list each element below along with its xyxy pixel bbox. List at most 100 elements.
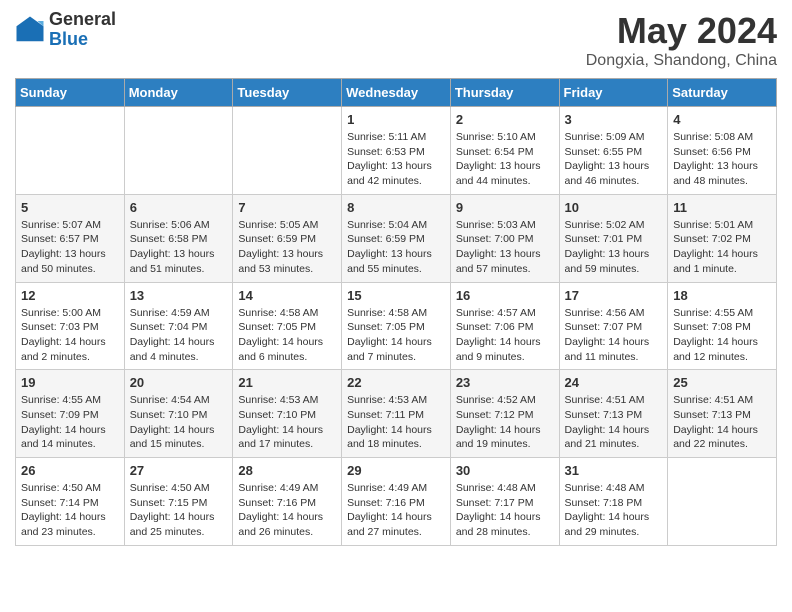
calendar-table: SundayMondayTuesdayWednesdayThursdayFrid… (15, 78, 777, 546)
day-info: Sunrise: 5:07 AMSunset: 6:57 PMDaylight:… (21, 218, 119, 277)
day-number: 6 (130, 200, 228, 215)
day-number: 27 (130, 463, 228, 478)
cell-week1-day4: 2 Sunrise: 5:10 AMSunset: 6:54 PMDayligh… (450, 107, 559, 195)
day-info: Sunrise: 4:55 AMSunset: 7:09 PMDaylight:… (21, 393, 119, 452)
day-number: 23 (456, 375, 554, 390)
header-monday: Monday (124, 79, 233, 107)
cell-week4-day0: 19 Sunrise: 4:55 AMSunset: 7:09 PMDaylig… (16, 370, 125, 458)
cell-week4-day4: 23 Sunrise: 4:52 AMSunset: 7:12 PMDaylig… (450, 370, 559, 458)
cell-week3-day6: 18 Sunrise: 4:55 AMSunset: 7:08 PMDaylig… (668, 282, 777, 370)
page-header: General Blue May 2024 Dongxia, Shandong,… (15, 10, 777, 70)
header-thursday: Thursday (450, 79, 559, 107)
day-info: Sunrise: 4:49 AMSunset: 7:16 PMDaylight:… (238, 481, 336, 540)
day-info: Sunrise: 4:58 AMSunset: 7:05 PMDaylight:… (238, 306, 336, 365)
day-number: 24 (565, 375, 663, 390)
day-info: Sunrise: 5:05 AMSunset: 6:59 PMDaylight:… (238, 218, 336, 277)
day-info: Sunrise: 5:06 AMSunset: 6:58 PMDaylight:… (130, 218, 228, 277)
day-info: Sunrise: 5:02 AMSunset: 7:01 PMDaylight:… (565, 218, 663, 277)
header-friday: Friday (559, 79, 668, 107)
day-info: Sunrise: 4:59 AMSunset: 7:04 PMDaylight:… (130, 306, 228, 365)
day-number: 11 (673, 200, 771, 215)
cell-week5-day6 (668, 458, 777, 546)
cell-week4-day1: 20 Sunrise: 4:54 AMSunset: 7:10 PMDaylig… (124, 370, 233, 458)
day-info: Sunrise: 4:48 AMSunset: 7:18 PMDaylight:… (565, 481, 663, 540)
cell-week1-day0 (16, 107, 125, 195)
day-number: 3 (565, 112, 663, 127)
day-number: 30 (456, 463, 554, 478)
day-number: 20 (130, 375, 228, 390)
cell-week5-day0: 26 Sunrise: 4:50 AMSunset: 7:14 PMDaylig… (16, 458, 125, 546)
day-info: Sunrise: 4:55 AMSunset: 7:08 PMDaylight:… (673, 306, 771, 365)
week-row-4: 19 Sunrise: 4:55 AMSunset: 7:09 PMDaylig… (16, 370, 777, 458)
cell-week4-day6: 25 Sunrise: 4:51 AMSunset: 7:13 PMDaylig… (668, 370, 777, 458)
week-row-2: 5 Sunrise: 5:07 AMSunset: 6:57 PMDayligh… (16, 194, 777, 282)
cell-week2-day2: 7 Sunrise: 5:05 AMSunset: 6:59 PMDayligh… (233, 194, 342, 282)
cell-week2-day1: 6 Sunrise: 5:06 AMSunset: 6:58 PMDayligh… (124, 194, 233, 282)
day-info: Sunrise: 4:58 AMSunset: 7:05 PMDaylight:… (347, 306, 445, 365)
cell-week1-day2 (233, 107, 342, 195)
cell-week2-day6: 11 Sunrise: 5:01 AMSunset: 7:02 PMDaylig… (668, 194, 777, 282)
cell-week2-day5: 10 Sunrise: 5:02 AMSunset: 7:01 PMDaylig… (559, 194, 668, 282)
day-number: 14 (238, 288, 336, 303)
day-info: Sunrise: 4:53 AMSunset: 7:11 PMDaylight:… (347, 393, 445, 452)
cell-week3-day0: 12 Sunrise: 5:00 AMSunset: 7:03 PMDaylig… (16, 282, 125, 370)
day-number: 9 (456, 200, 554, 215)
header-sunday: Sunday (16, 79, 125, 107)
logo: General Blue (15, 10, 116, 50)
day-number: 16 (456, 288, 554, 303)
day-info: Sunrise: 4:51 AMSunset: 7:13 PMDaylight:… (673, 393, 771, 452)
cell-week3-day1: 13 Sunrise: 4:59 AMSunset: 7:04 PMDaylig… (124, 282, 233, 370)
day-number: 7 (238, 200, 336, 215)
week-row-3: 12 Sunrise: 5:00 AMSunset: 7:03 PMDaylig… (16, 282, 777, 370)
cell-week3-day5: 17 Sunrise: 4:56 AMSunset: 7:07 PMDaylig… (559, 282, 668, 370)
day-info: Sunrise: 4:50 AMSunset: 7:15 PMDaylight:… (130, 481, 228, 540)
cell-week5-day4: 30 Sunrise: 4:48 AMSunset: 7:17 PMDaylig… (450, 458, 559, 546)
day-number: 19 (21, 375, 119, 390)
day-number: 25 (673, 375, 771, 390)
day-number: 13 (130, 288, 228, 303)
day-number: 8 (347, 200, 445, 215)
day-info: Sunrise: 5:01 AMSunset: 7:02 PMDaylight:… (673, 218, 771, 277)
header-row: SundayMondayTuesdayWednesdayThursdayFrid… (16, 79, 777, 107)
day-number: 28 (238, 463, 336, 478)
cell-week3-day4: 16 Sunrise: 4:57 AMSunset: 7:06 PMDaylig… (450, 282, 559, 370)
day-info: Sunrise: 4:56 AMSunset: 7:07 PMDaylight:… (565, 306, 663, 365)
cell-week3-day3: 15 Sunrise: 4:58 AMSunset: 7:05 PMDaylig… (342, 282, 451, 370)
title-block: May 2024 Dongxia, Shandong, China (586, 10, 777, 70)
cell-week5-day2: 28 Sunrise: 4:49 AMSunset: 7:16 PMDaylig… (233, 458, 342, 546)
day-info: Sunrise: 5:03 AMSunset: 7:00 PMDaylight:… (456, 218, 554, 277)
cell-week4-day3: 22 Sunrise: 4:53 AMSunset: 7:11 PMDaylig… (342, 370, 451, 458)
day-info: Sunrise: 4:52 AMSunset: 7:12 PMDaylight:… (456, 393, 554, 452)
main-title: May 2024 (586, 10, 777, 52)
cell-week2-day3: 8 Sunrise: 5:04 AMSunset: 6:59 PMDayligh… (342, 194, 451, 282)
cell-week3-day2: 14 Sunrise: 4:58 AMSunset: 7:05 PMDaylig… (233, 282, 342, 370)
day-info: Sunrise: 4:54 AMSunset: 7:10 PMDaylight:… (130, 393, 228, 452)
header-tuesday: Tuesday (233, 79, 342, 107)
day-number: 15 (347, 288, 445, 303)
day-number: 18 (673, 288, 771, 303)
day-number: 12 (21, 288, 119, 303)
day-info: Sunrise: 4:50 AMSunset: 7:14 PMDaylight:… (21, 481, 119, 540)
cell-week5-day5: 31 Sunrise: 4:48 AMSunset: 7:18 PMDaylig… (559, 458, 668, 546)
cell-week5-day3: 29 Sunrise: 4:49 AMSunset: 7:16 PMDaylig… (342, 458, 451, 546)
cell-week5-day1: 27 Sunrise: 4:50 AMSunset: 7:15 PMDaylig… (124, 458, 233, 546)
cell-week1-day1 (124, 107, 233, 195)
logo-blue-text: Blue (49, 30, 116, 50)
logo-icon (15, 15, 45, 45)
cell-week2-day0: 5 Sunrise: 5:07 AMSunset: 6:57 PMDayligh… (16, 194, 125, 282)
day-info: Sunrise: 5:10 AMSunset: 6:54 PMDaylight:… (456, 130, 554, 189)
day-info: Sunrise: 4:48 AMSunset: 7:17 PMDaylight:… (456, 481, 554, 540)
day-info: Sunrise: 5:08 AMSunset: 6:56 PMDaylight:… (673, 130, 771, 189)
day-info: Sunrise: 5:00 AMSunset: 7:03 PMDaylight:… (21, 306, 119, 365)
subtitle: Dongxia, Shandong, China (586, 52, 777, 70)
day-info: Sunrise: 5:04 AMSunset: 6:59 PMDaylight:… (347, 218, 445, 277)
day-info: Sunrise: 5:09 AMSunset: 6:55 PMDaylight:… (565, 130, 663, 189)
day-number: 29 (347, 463, 445, 478)
day-number: 21 (238, 375, 336, 390)
cell-week4-day5: 24 Sunrise: 4:51 AMSunset: 7:13 PMDaylig… (559, 370, 668, 458)
day-number: 31 (565, 463, 663, 478)
day-number: 22 (347, 375, 445, 390)
header-wednesday: Wednesday (342, 79, 451, 107)
day-info: Sunrise: 4:49 AMSunset: 7:16 PMDaylight:… (347, 481, 445, 540)
day-number: 17 (565, 288, 663, 303)
